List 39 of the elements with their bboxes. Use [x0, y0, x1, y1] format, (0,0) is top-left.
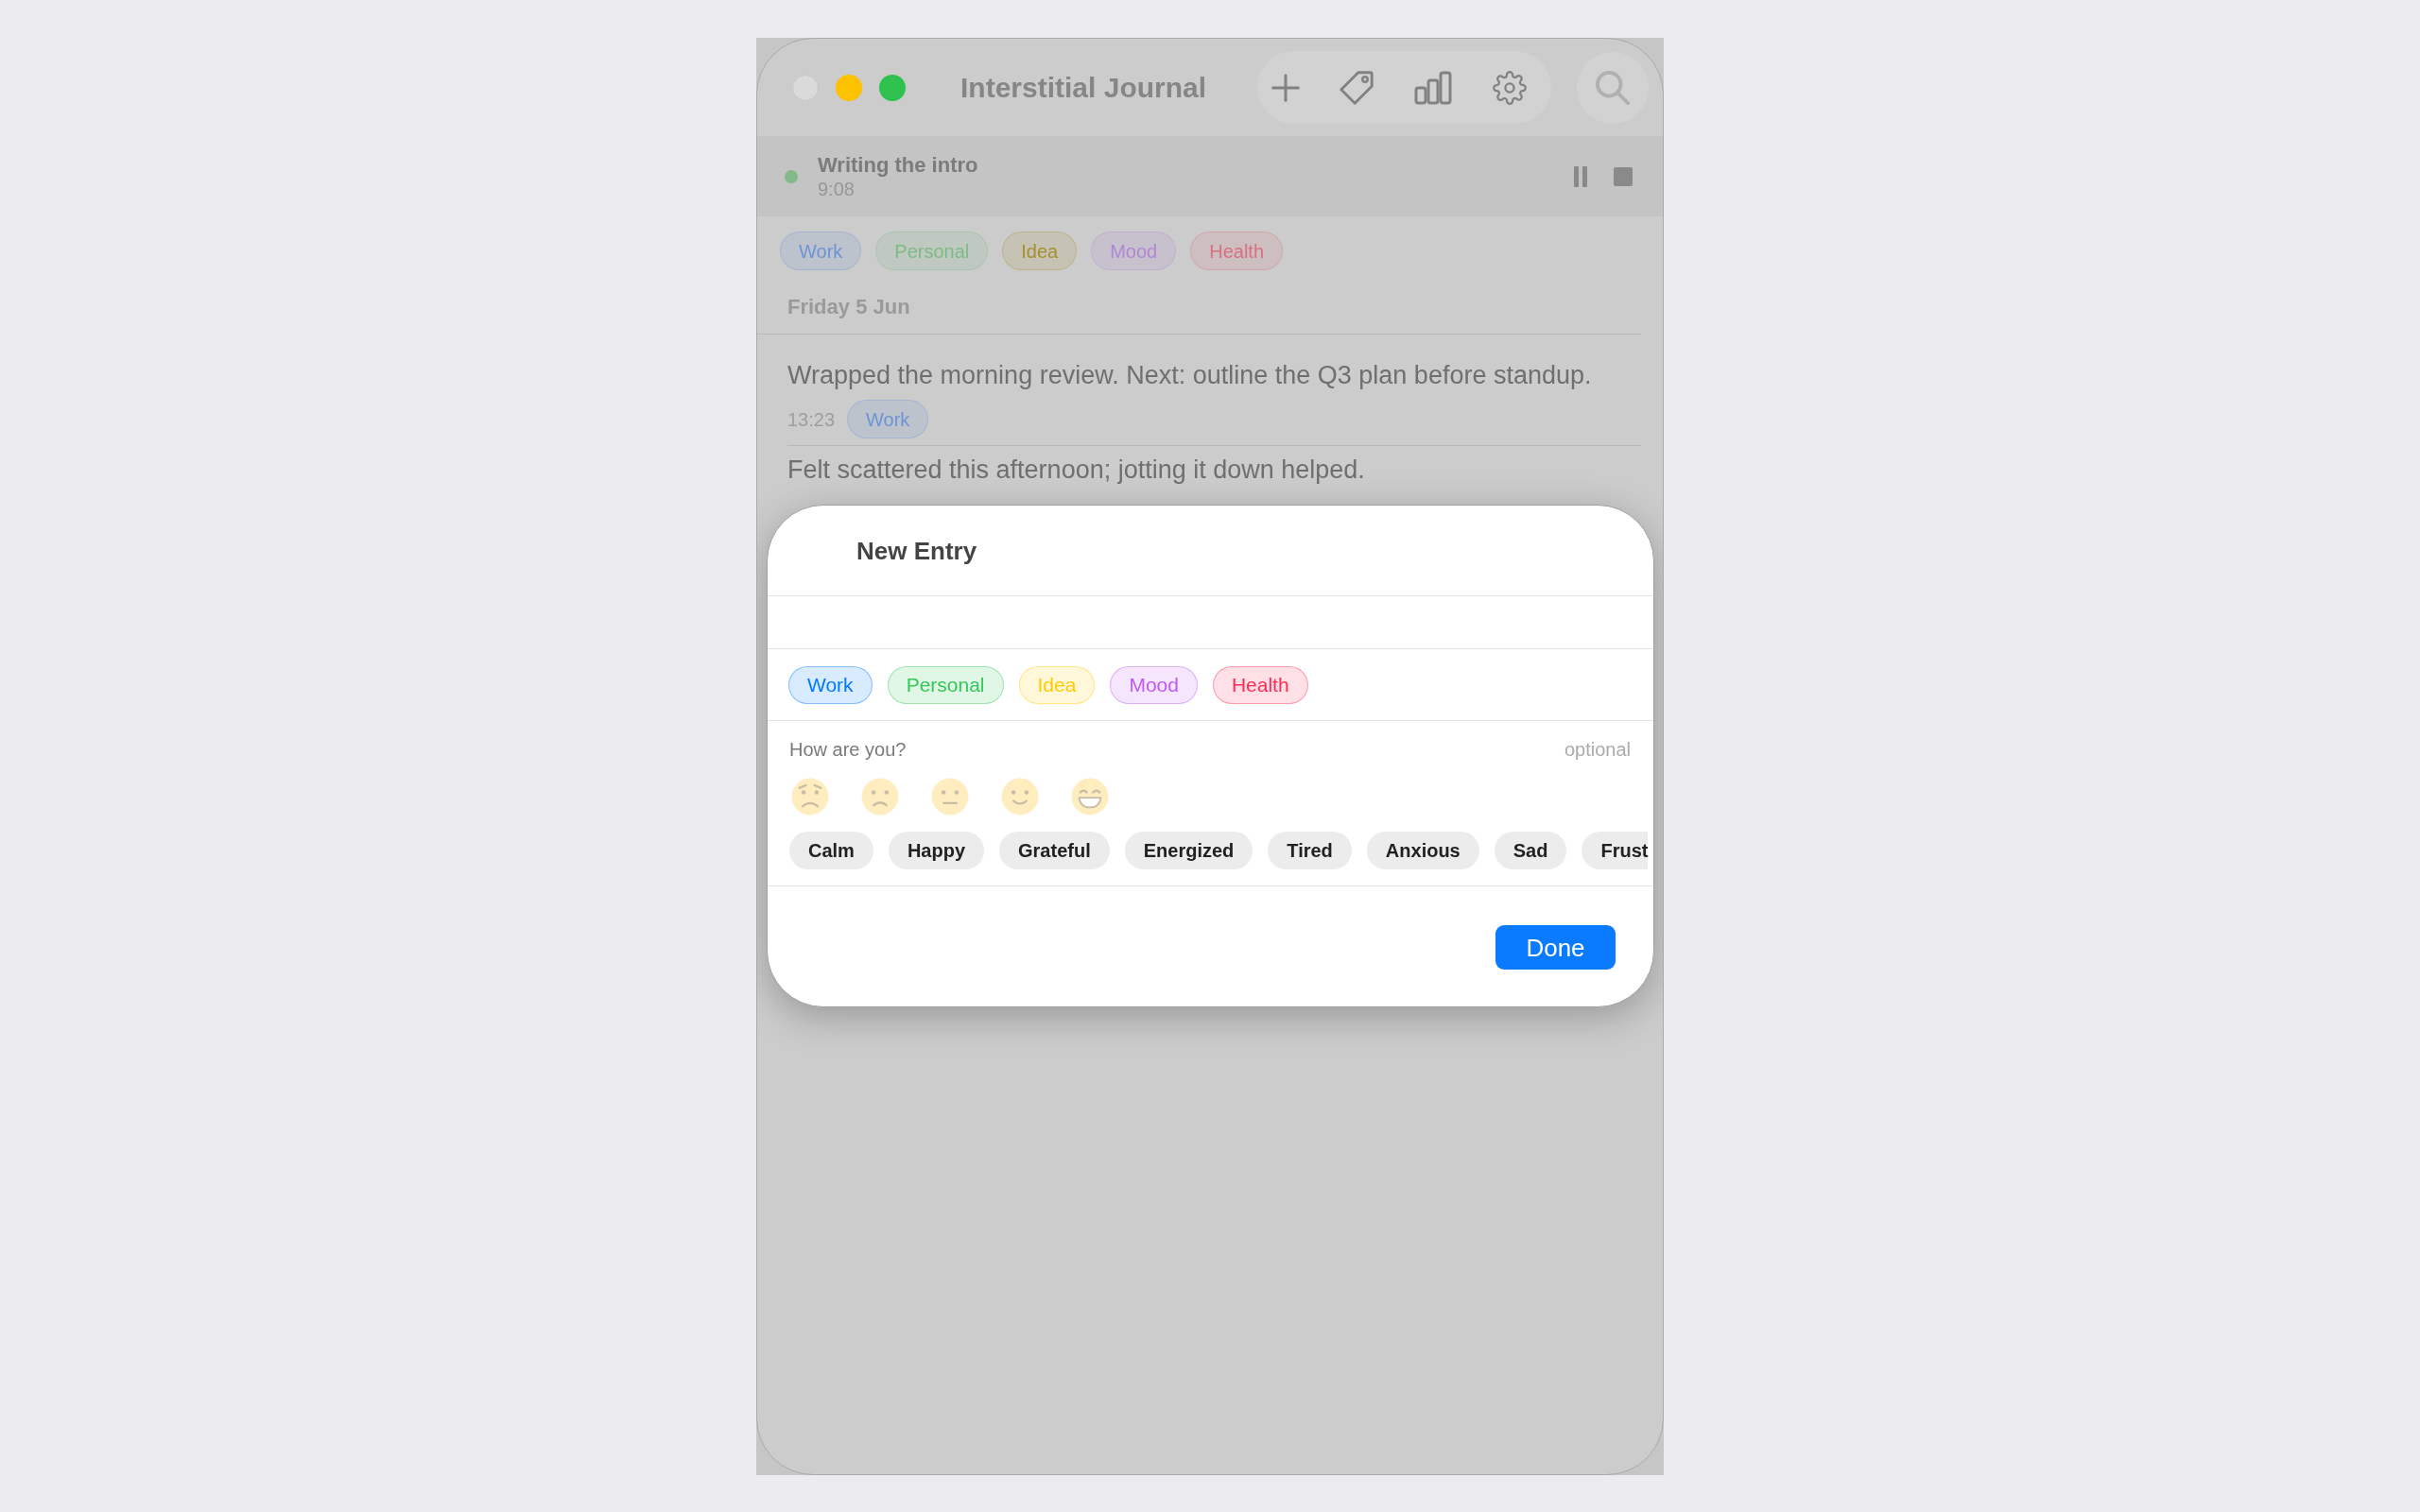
tag-icon[interactable] [1340, 70, 1374, 105]
entry-tag-chip[interactable]: Work [847, 400, 929, 438]
smiling-face-icon[interactable] [1001, 778, 1039, 816]
feeling-chip[interactable]: Anxious [1366, 832, 1479, 869]
feeling-chip[interactable]: Frust [1582, 832, 1649, 869]
entry-text: Wrapped the morning review. Next: outline the Q3 plan before standup. [787, 361, 1593, 390]
tag-filter-chip[interactable]: Health [1190, 232, 1284, 270]
minimize-button[interactable] [836, 74, 862, 101]
feeling-chip[interactable]: Tired [1268, 832, 1352, 869]
tag-filter-chip[interactable]: Idea [1002, 232, 1078, 270]
feeling-chip[interactable]: Grateful [999, 832, 1110, 869]
tag-chip[interactable]: Work [788, 665, 873, 704]
search-icon [1596, 70, 1630, 105]
feeling-chip[interactable]: Energized [1124, 832, 1253, 869]
feeling-chip[interactable]: Happy [888, 832, 985, 869]
mood-prompt: How are you? [789, 738, 907, 761]
frowning-face-icon[interactable] [861, 778, 899, 816]
window-title: Interstitial Journal [960, 70, 1207, 105]
plus-icon[interactable] [1271, 73, 1300, 102]
tag-filter-chip[interactable]: Work [780, 232, 862, 270]
feeling-chip[interactable]: Sad [1494, 832, 1567, 869]
neutral-face-icon[interactable] [931, 778, 969, 816]
entry-text: Felt scattered this afternoon; jotting it down helped. [787, 455, 1366, 485]
grinning-face-icon[interactable] [1071, 778, 1109, 816]
settings-icon[interactable] [1493, 70, 1527, 105]
tag-chip[interactable]: Mood [1110, 665, 1198, 704]
timer-title: Writing the intro [818, 152, 978, 178]
done-button[interactable]: Done [1495, 925, 1616, 970]
worried-face-icon[interactable] [791, 778, 829, 816]
pause-icon[interactable] [1574, 165, 1587, 187]
stop-icon[interactable] [1614, 166, 1633, 186]
bar-chart-icon[interactable] [1413, 70, 1453, 105]
entry-text-field[interactable] [768, 596, 1653, 649]
zoom-button[interactable] [879, 74, 906, 101]
tag-chip[interactable]: Health [1212, 665, 1308, 704]
optional-label: optional [1564, 738, 1631, 761]
sheet-title: New Entry [856, 536, 977, 565]
tag-chip[interactable]: Personal [887, 665, 1004, 704]
feeling-chip[interactable]: Calm [789, 832, 873, 869]
